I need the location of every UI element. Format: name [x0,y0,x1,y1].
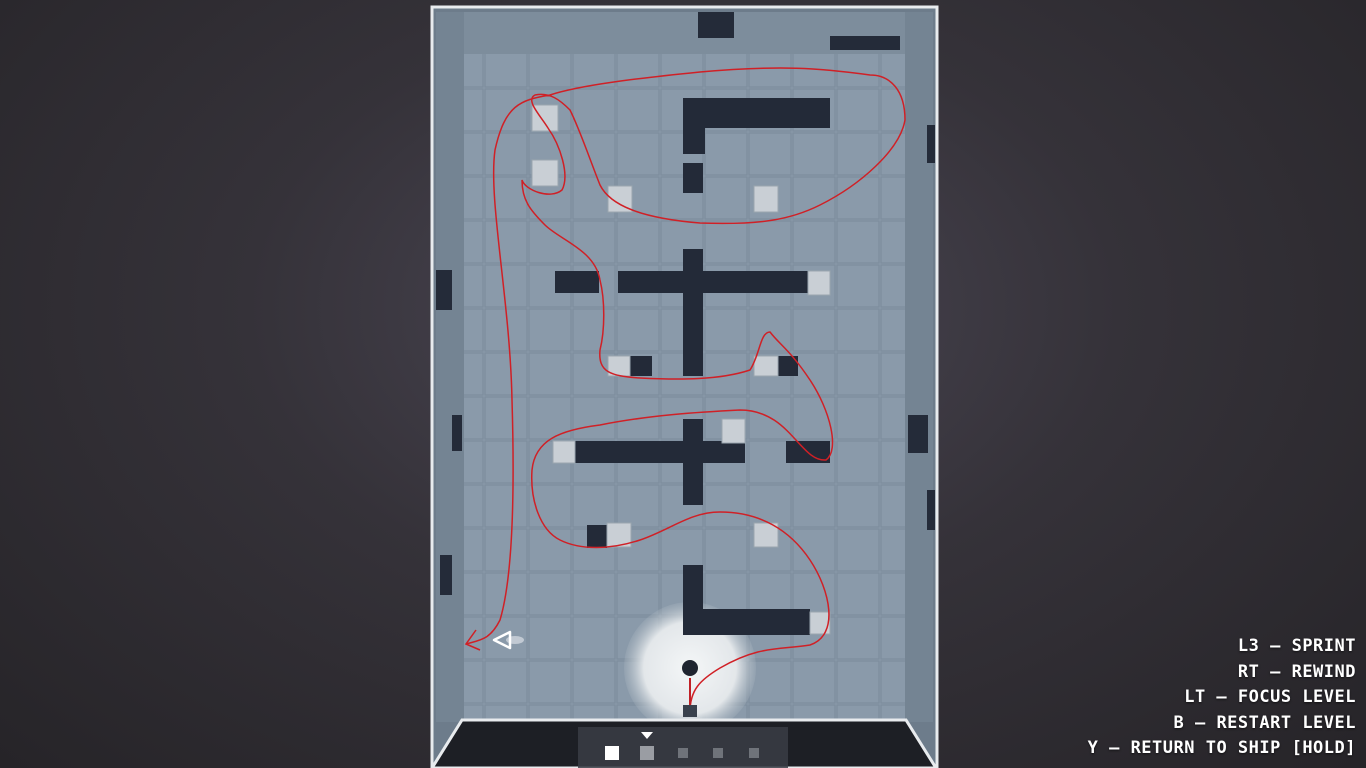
wall-block [575,441,745,463]
control-key: LT [1184,687,1206,708]
control-focus-level: LT – FOCUS LEVEL [1184,687,1356,708]
level-slot-5 [749,748,759,758]
level-slot-2[interactable] [640,746,654,760]
control-action: RETURN TO SHIP [HOLD] [1130,738,1356,759]
crate [753,355,779,377]
wall-block [683,98,830,128]
level-slot-4 [713,748,723,758]
wall-block [628,356,652,376]
wall-block [555,271,599,293]
wall-vent [698,12,734,38]
control-return-to-ship: Y – RETURN TO SHIP [HOLD] [1087,738,1356,759]
control-key: Y [1087,738,1099,759]
wall-vent [440,555,452,595]
wall-block [587,525,607,548]
wall-block [683,163,703,193]
triangle-down-icon [641,732,653,739]
wall-block [683,98,705,154]
control-action: REWIND [1291,661,1356,682]
crate [721,418,746,444]
wall-vent [830,36,900,50]
crate [753,522,779,548]
level-selector[interactable] [578,727,788,768]
wall-block [683,419,703,505]
crate [753,185,779,213]
wall-block [683,249,703,376]
control-key: L3 [1237,636,1260,657]
control-sprint: L3 – SPRINT [1237,636,1356,657]
wall-vent [908,415,928,453]
level-slot-1[interactable] [605,746,619,760]
control-action: FOCUS LEVEL [1237,687,1356,708]
control-action: SPRINT [1291,636,1356,657]
room-right-wall [905,12,933,722]
crate [807,270,831,296]
wall-vent [452,415,462,451]
wall-vent [436,270,452,310]
crate [809,611,831,635]
control-key: RT [1237,661,1260,682]
control-rewind: RT – REWIND [1237,661,1356,682]
control-key: B [1173,712,1185,733]
crate [531,159,559,187]
wall-block [618,271,810,293]
wall-vent [927,125,935,163]
control-action: RESTART LEVEL [1216,712,1356,733]
level-slot-3 [678,748,688,758]
wall-vent [927,490,935,530]
controls-hint: L3 – SPRINT RT – REWIND LT – FOCUS LEVEL… [1088,636,1356,760]
wall-block [683,609,810,635]
control-restart-level: B – RESTART LEVEL [1173,712,1356,733]
crate [552,440,576,464]
room-left-wall [436,12,464,722]
